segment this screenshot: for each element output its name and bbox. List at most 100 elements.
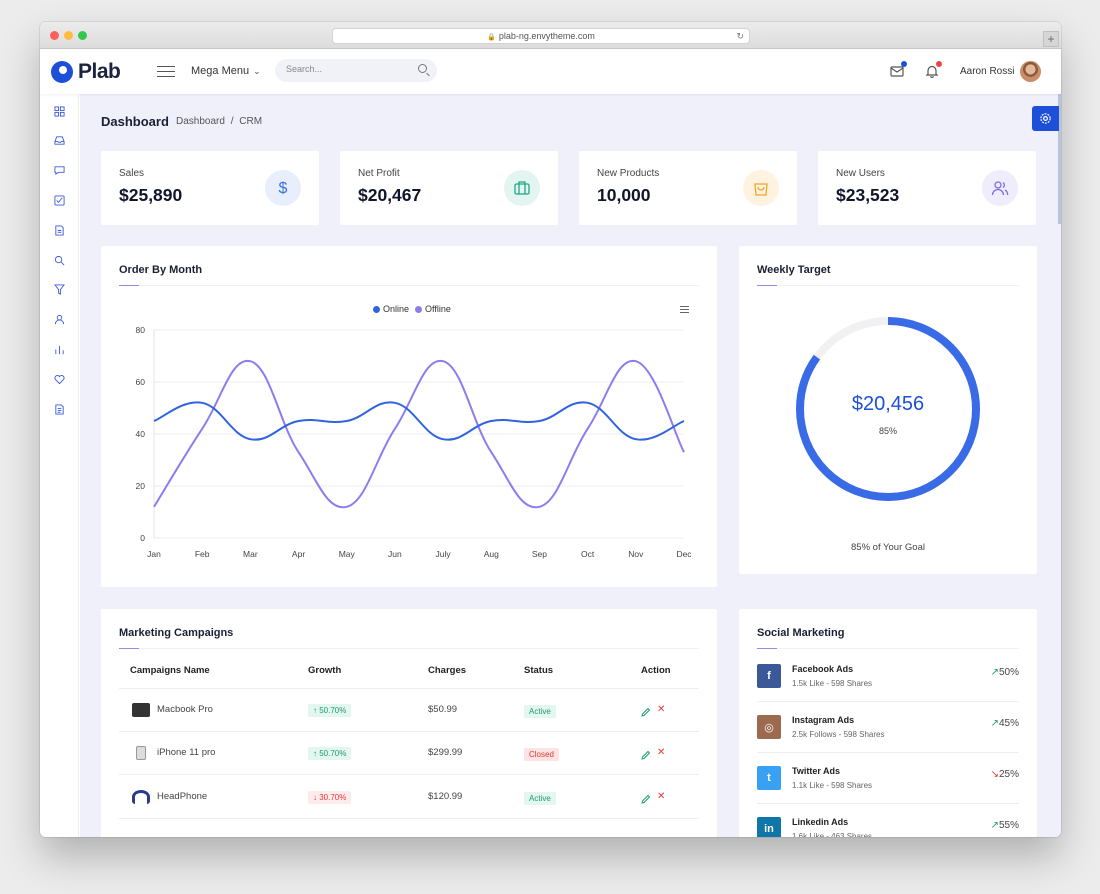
divider — [139, 648, 699, 649]
sidebar-item-filter[interactable] — [40, 275, 79, 305]
mega-menu-dropdown[interactable]: Mega Menu ⌄ — [191, 65, 261, 77]
marketing-campaigns-card: Marketing Campaigns Campaigns Name Growt… — [101, 609, 717, 837]
document-icon — [55, 403, 64, 415]
social-name: Linkedin Ads — [792, 817, 849, 827]
hamburger-menu-icon[interactable] — [157, 66, 175, 77]
avatar[interactable] — [1020, 61, 1041, 82]
mail-icon[interactable] — [890, 61, 907, 78]
search-icon[interactable] — [418, 64, 427, 73]
dollar-icon: $ — [265, 170, 301, 206]
stat-value: $23,523 — [836, 185, 900, 205]
search-input[interactable] — [286, 64, 406, 74]
trend-up-icon: ↗ — [990, 718, 999, 729]
trend-up-icon: ↗ — [990, 667, 999, 678]
charges: $120.99 — [428, 791, 463, 802]
stat-card-sales: Sales $25,890 $ — [101, 151, 319, 225]
social-stats: 1.1k Like - 598 Shares — [792, 781, 873, 790]
y-tick-label: 80 — [136, 325, 146, 335]
sidebar-item-inbox[interactable] — [40, 126, 79, 156]
product-thumbnail — [132, 703, 150, 717]
filter-icon — [54, 284, 65, 296]
column-header: Action — [641, 665, 671, 676]
user-name[interactable]: Aaron Rossi — [960, 66, 1014, 77]
bell-icon[interactable] — [925, 61, 942, 78]
target-amount: $20,456 — [851, 393, 925, 415]
mail-badge — [901, 61, 907, 67]
row-divider — [119, 688, 699, 689]
chevron-down-icon: ⌄ — [253, 66, 261, 76]
stat-label: New Products — [597, 168, 660, 179]
delete-icon[interactable]: ✕ — [657, 747, 665, 758]
charges: $299.99 — [428, 747, 463, 758]
sidebar-item-chat[interactable] — [40, 156, 79, 186]
sidebar-item-bar-chart[interactable] — [40, 334, 79, 364]
stat-label: New Users — [836, 168, 885, 179]
checkbox-icon — [54, 195, 65, 206]
y-tick-label: 60 — [136, 377, 146, 387]
product-thumbnail — [132, 790, 150, 804]
edit-icon[interactable] — [641, 750, 651, 760]
settings-button[interactable] — [1032, 106, 1059, 131]
stat-card-new-products: New Products 10,000 — [579, 151, 797, 225]
x-tick-label: Mar — [243, 549, 258, 559]
sidebar-item-search[interactable] — [40, 245, 79, 275]
logo-icon — [51, 61, 73, 83]
app-header: Plab Mega Menu⌄ Aaron Rossi — [40, 49, 1061, 94]
maximize-window-button[interactable] — [78, 31, 87, 40]
bar-chart-icon — [55, 345, 64, 354]
stat-card-new-users: New Users $23,523 — [818, 151, 1036, 225]
heart-icon — [54, 374, 65, 384]
delete-icon[interactable]: ✕ — [657, 704, 665, 715]
reload-icon[interactable]: ↻ — [736, 29, 744, 43]
close-window-button[interactable] — [50, 31, 59, 40]
breadcrumb: Dashboard / CRM — [176, 116, 265, 127]
title-underline — [119, 648, 139, 649]
sidebar-item-checkbox[interactable] — [40, 185, 79, 215]
y-tick-label: 20 — [136, 481, 146, 491]
sidebar-item-heart[interactable] — [40, 364, 79, 394]
grid-icon — [54, 105, 65, 117]
new-tab-button[interactable]: + — [1043, 31, 1059, 47]
notification-badge — [936, 61, 942, 67]
growth-badge: ↑ 50.70% — [308, 704, 352, 717]
x-tick-label: May — [339, 549, 356, 559]
trend-down-icon: ↘ — [990, 769, 999, 780]
social-stats: 2.5k Follows - 598 Shares — [792, 730, 885, 739]
campaign-name: HeadPhone — [157, 791, 208, 802]
delete-icon[interactable]: ✕ — [657, 791, 665, 802]
status-badge: Closed — [524, 748, 559, 761]
title-underline — [757, 648, 777, 649]
briefcase-icon — [504, 170, 540, 206]
edit-icon[interactable] — [641, 707, 651, 717]
line-chart: 0 20 40 60 80 Jan Feb Mar Apr May Jun July Aug Sep Oct… — [136, 325, 693, 559]
column-header: Growth — [308, 665, 342, 676]
social-name: Twitter Ads — [792, 766, 841, 776]
page-title: Dashboard — [101, 114, 169, 129]
goal-text: 85% of Your Goal — [851, 542, 925, 553]
sidebar-item-document[interactable] — [40, 394, 79, 424]
logo[interactable]: Plab — [51, 60, 121, 84]
row-divider — [119, 818, 699, 819]
minimize-window-button[interactable] — [64, 31, 73, 40]
svg-text:$: $ — [279, 180, 288, 197]
social-name: Facebook Ads — [792, 664, 854, 674]
sidebar-item-file[interactable] — [40, 215, 79, 245]
address-bar[interactable]: 🔒 plab-ng.envytheme.com ↻ — [332, 28, 750, 44]
row-divider — [757, 701, 1019, 702]
breadcrumb-current: CRM — [239, 116, 263, 127]
chat-icon — [54, 166, 65, 176]
lock-icon: 🔒 — [487, 34, 496, 41]
social-percent: 55% — [998, 820, 1019, 831]
column-header: Charges — [428, 665, 467, 676]
edit-icon[interactable] — [641, 794, 651, 804]
breadcrumb-dashboard-link[interactable]: Dashboard — [176, 116, 225, 127]
sidebar-item-user[interactable] — [40, 305, 79, 335]
stat-value: 10,000 — [597, 185, 651, 205]
row-divider — [757, 752, 1019, 753]
sidebar-item-grid[interactable] — [40, 96, 79, 126]
stat-label: Net Profit — [358, 168, 400, 179]
campaign-name: Macbook Pro — [157, 704, 213, 715]
mega-menu-label: Mega Menu — [191, 65, 250, 77]
x-tick-label: Apr — [292, 549, 305, 559]
product-thumbnail — [136, 746, 146, 760]
